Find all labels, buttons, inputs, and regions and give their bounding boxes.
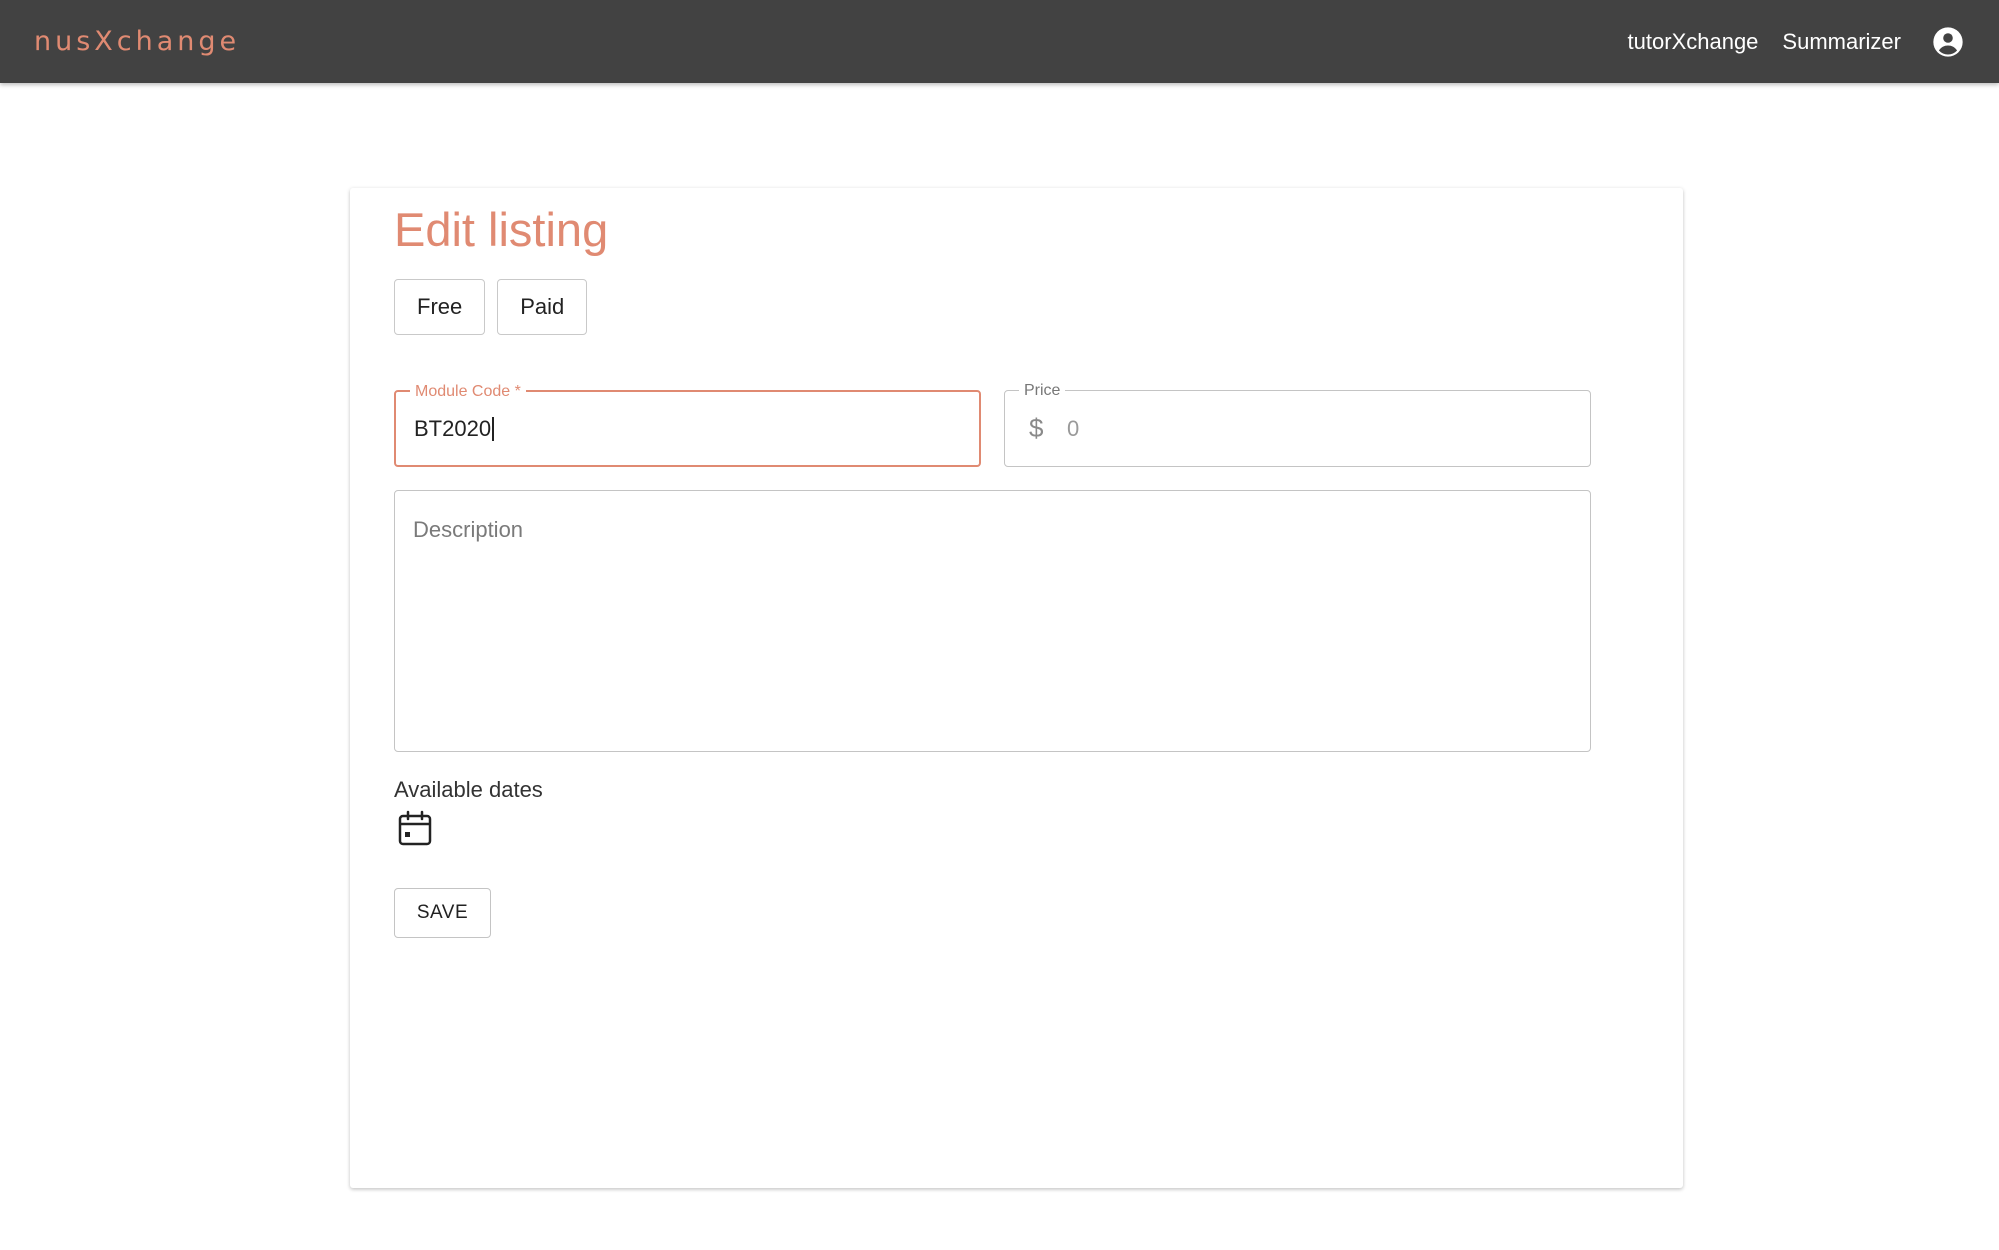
available-dates-label: Available dates xyxy=(394,777,543,802)
description-textarea[interactable]: Description xyxy=(394,490,1591,752)
price-input[interactable]: 0 xyxy=(1067,391,1079,466)
module-code-field[interactable]: Module Code * BT2020 xyxy=(394,383,981,467)
app-bar: nusXchange tutorXchange Summarizer xyxy=(0,0,1999,83)
pricing-toggle-group: Free Paid xyxy=(394,279,588,335)
module-code-value: BT2020 xyxy=(414,415,492,441)
edit-listing-card: Edit listing Free Paid Module Code * BT2… xyxy=(350,188,1683,1188)
nav-link-tutorxchange[interactable]: tutorXchange xyxy=(1628,29,1759,55)
dollar-icon: $ xyxy=(1029,413,1044,443)
calendar-icon[interactable] xyxy=(398,810,432,846)
save-button[interactable]: SAVE xyxy=(394,888,491,938)
brand-logo[interactable]: nusXchange xyxy=(34,26,240,57)
price-field[interactable]: Price $ 0 xyxy=(1004,382,1591,467)
page-title: Edit listing xyxy=(394,203,609,256)
nav-link-summarizer[interactable]: Summarizer xyxy=(1782,29,1901,55)
paid-toggle-button[interactable]: Paid xyxy=(497,279,588,335)
text-caret xyxy=(492,416,494,441)
account-circle-icon[interactable] xyxy=(1931,25,1965,59)
description-placeholder: Description xyxy=(413,517,524,542)
nav-menu: tutorXchange Summarizer xyxy=(1628,25,1965,59)
free-toggle-button[interactable]: Free xyxy=(394,279,486,335)
module-code-input[interactable]: BT2020 xyxy=(414,392,494,465)
